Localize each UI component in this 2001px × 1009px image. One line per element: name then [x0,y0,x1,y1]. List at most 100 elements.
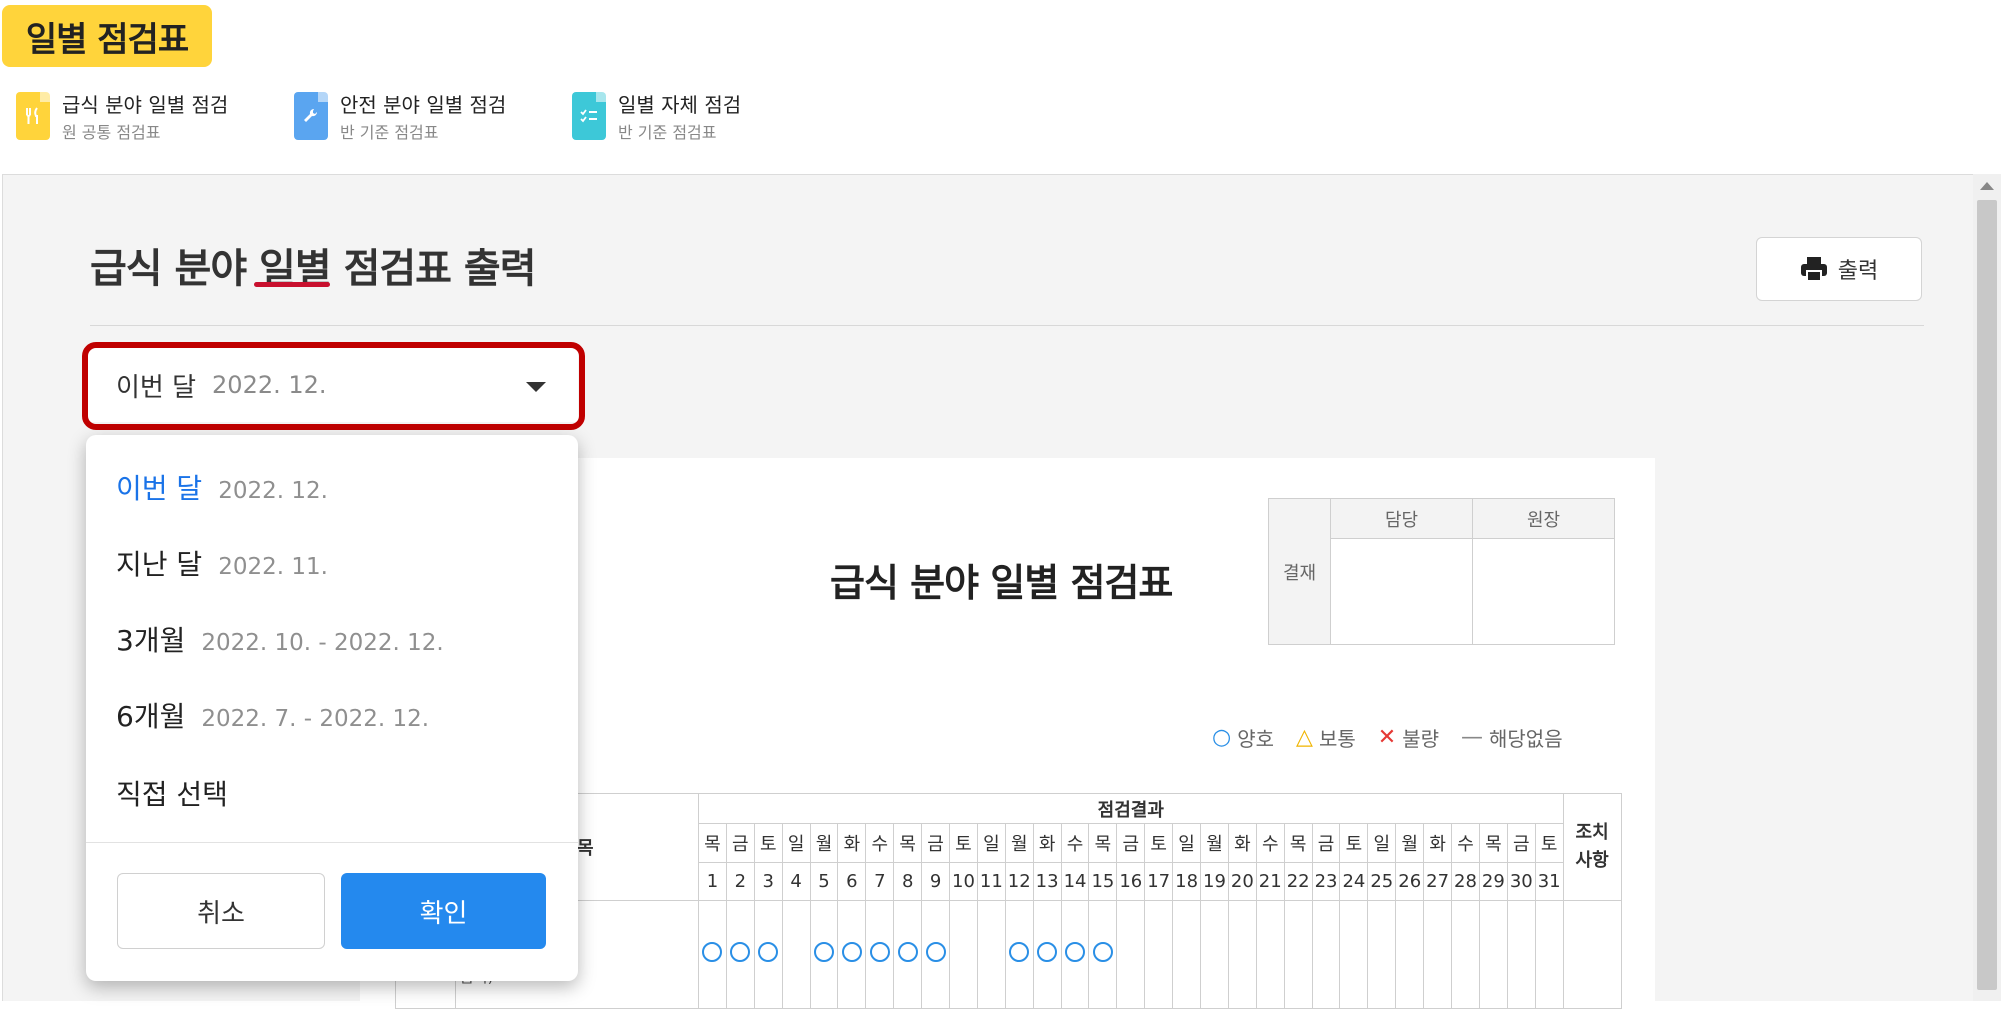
option-date: 2022. 7. - 2022. 12. [201,706,430,732]
result-cell [1534,900,1564,1009]
cancel-button[interactable]: 취소 [117,873,325,949]
option-label: 6개월 [116,700,186,733]
result-cell [753,900,783,1009]
weekday-cell: 화 [1227,823,1257,863]
result-cell [1032,900,1062,1009]
day-cell: 11 [976,862,1006,901]
good-circle-icon [925,942,946,962]
weekday-cell: 수 [865,823,895,863]
weekday-cell: 월 [1200,823,1229,863]
weekday-cell: 목 [698,823,727,863]
triangle-icon: △ [1296,725,1313,750]
good-circle-icon [1037,942,1058,962]
inspection-table: 항목 점검결과 조치 사항 목금토일월화수목금토일월화수목금토일월화수목금토일월… [395,793,1622,1009]
option-6-months[interactable]: 6개월 2022. 7. - 2022. 12. [116,695,429,735]
weekday-cell: 화 [837,823,867,863]
document-title: 급식 분야 일별 점검표 [830,561,1173,605]
weekday-cell: 일 [781,823,811,863]
weekday-cell: 수 [1060,823,1090,863]
tab-self-daily-check[interactable]: 일별 자체 점검 반 기준 점검표 [572,92,741,148]
highlight-underline [254,282,330,287]
tab-safety-daily-check[interactable]: 안전 분야 일별 점검 반 기준 점검표 [294,92,506,148]
vertical-scrollbar[interactable] [1973,174,2001,1001]
weekday-cell: 금 [1311,823,1341,863]
day-cell: 3 [753,862,783,901]
result-cell [1311,900,1341,1009]
weekday-cell: 금 [725,823,755,863]
action-header: 조치 사항 [1562,793,1622,901]
day-cell: 26 [1395,862,1425,901]
legend-label: 해당없음 [1489,727,1563,751]
result-cell [1451,900,1480,1009]
weekday-cell: 일 [1367,823,1397,863]
option-date: 2022. 12. [218,478,328,504]
day-cell: 10 [949,862,978,901]
day-cell: 16 [1116,862,1146,901]
result-cell [1339,900,1369,1009]
option-custom[interactable]: 직접 선택 [116,773,228,813]
print-label: 출력 [1837,259,1879,284]
approval-table: 결재 담당 원장 [1268,497,1615,645]
weekday-cell: 토 [1339,823,1369,863]
result-cell [865,900,895,1009]
good-circle-icon [1009,942,1030,962]
weekday-cell: 수 [1451,823,1480,863]
day-cell: 15 [1088,862,1118,901]
legend-good: ○ 양호 [1212,723,1274,752]
day-cell: 5 [809,862,839,901]
day-cell: 31 [1534,862,1564,901]
day-cell: 6 [837,862,867,901]
day-cell: 23 [1311,862,1341,901]
day-cell: 14 [1060,862,1090,901]
result-cell [1367,900,1397,1009]
printer-icon [1800,257,1827,282]
good-circle-icon [1065,942,1086,962]
result-cell [1478,900,1508,1009]
confirm-button[interactable]: 확인 [341,873,546,949]
result-cell [809,900,839,1009]
day-cell: 4 [781,862,811,901]
print-button[interactable]: 출력 [1756,237,1922,301]
day-cell: 18 [1172,862,1202,901]
tab-meal-daily-check[interactable]: 급식 분야 일별 점검 원 공통 점검표 [16,92,228,148]
result-cell [1255,900,1285,1009]
day-cell: 17 [1144,862,1174,901]
period-dropdown: 이번 달 2022. 12. 지난 달 2022. 11. 3개월 2022. … [86,435,578,981]
legend-label: 불량 [1402,727,1439,751]
option-3-months[interactable]: 3개월 2022. 10. - 2022. 12. [116,619,444,659]
cross-icon: ✕ [1377,725,1397,750]
result-cell [698,900,727,1009]
weekday-cell: 토 [1144,823,1174,863]
weekday-cell: 금 [1116,823,1146,863]
option-last-month[interactable]: 지난 달 2022. 11. [116,543,328,583]
option-this-month[interactable]: 이번 달 2022. 12. [116,467,328,507]
tab-subtitle: 반 기준 점검표 [618,123,717,142]
weekday-cell: 목 [1478,823,1508,863]
good-circle-icon [897,942,918,962]
weekday-cell: 목 [1283,823,1313,863]
action-header-line2: 사항 [1575,850,1609,871]
good-circle-icon [1092,942,1113,962]
good-circle-icon [869,942,890,962]
weekday-cell: 금 [1506,823,1536,863]
day-cell: 22 [1283,862,1313,901]
option-label: 이번 달 [116,472,203,505]
day-cell: 2 [725,862,755,901]
approval-sign-director [1472,538,1615,645]
scrollbar-thumb[interactable] [1977,200,1997,990]
scroll-up-icon[interactable] [1980,182,1994,190]
title-divider [90,325,1924,326]
circle-icon: ○ [1212,725,1232,750]
day-cell: 9 [921,862,951,901]
result-legend: ○ 양호 △ 보통 ✕ 불량 — 해당없음 [1212,723,1585,752]
day-cell: 20 [1227,862,1257,901]
tab-title: 급식 분야 일별 점검 [62,93,229,117]
result-header: 점검결과 [698,793,1564,824]
fork-knife-icon [16,92,50,140]
approval-col-staff: 담당 [1330,497,1473,540]
approval-sign-staff [1330,538,1473,645]
weekday-cell: 토 [949,823,978,863]
select-highlight-frame [82,342,585,430]
option-date: 2022. 11. [218,554,328,580]
day-cell: 28 [1451,862,1480,901]
